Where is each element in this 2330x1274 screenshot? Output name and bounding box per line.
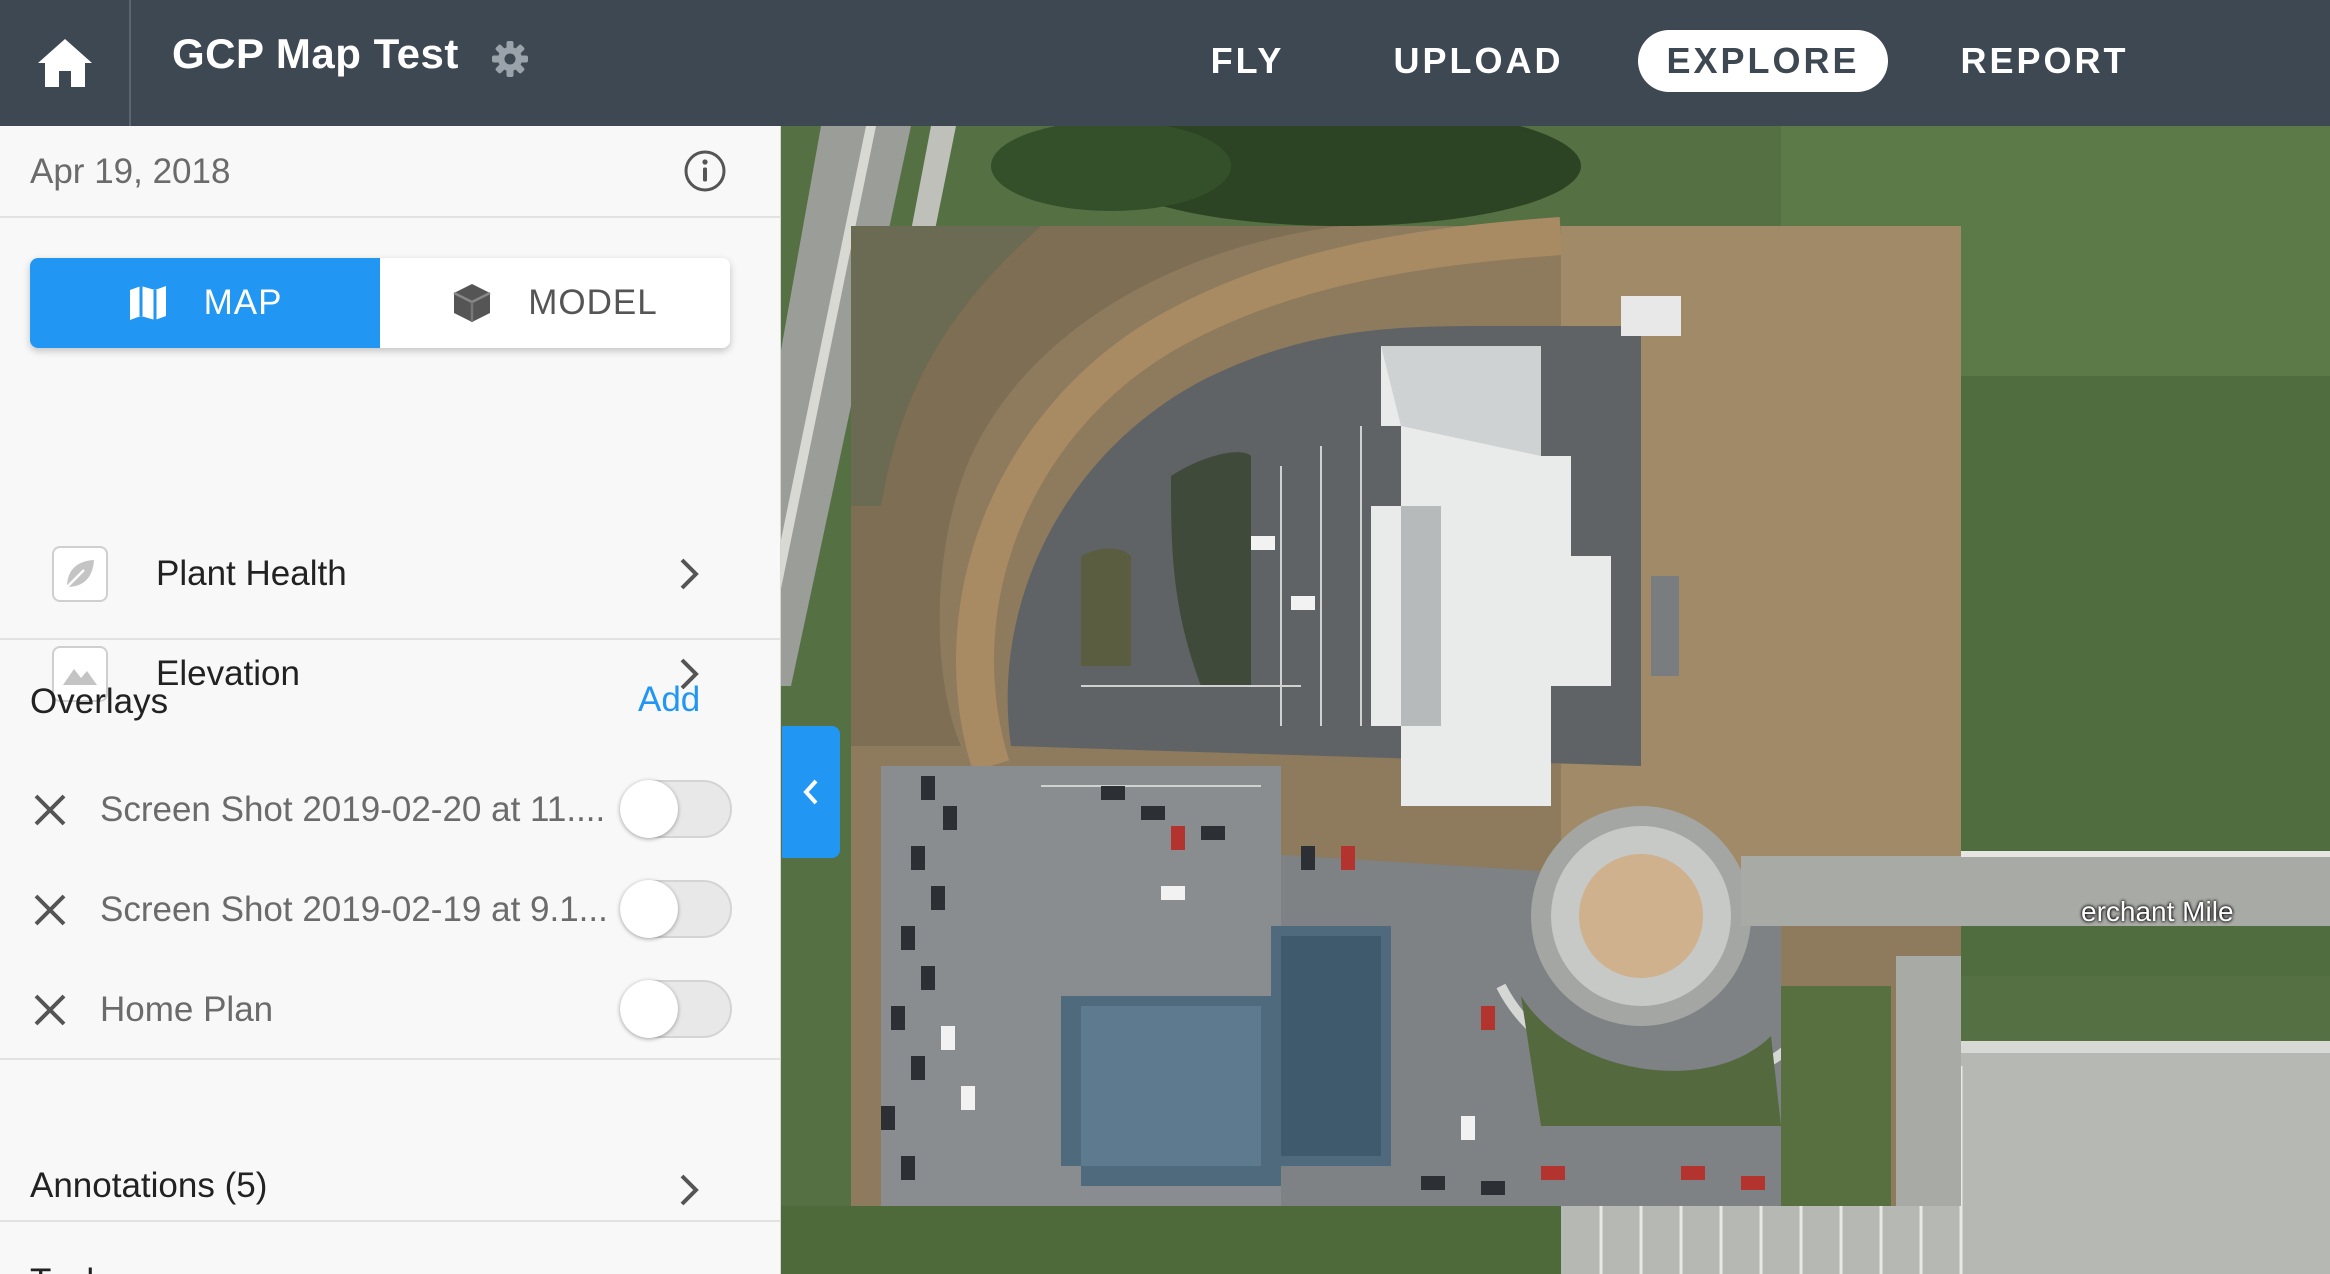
aerial-map-image [781,126,2330,1274]
overlay-name: Screen Shot 2019-02-19 at 9.1... [100,890,608,929]
overlay-toggle[interactable] [620,980,732,1038]
collapse-sidebar-button[interactable] [782,726,840,858]
overlay-name: Home Plan [100,990,274,1029]
nav-explore[interactable]: EXPLORE [1638,30,1888,92]
capture-date: Apr 19, 2018 [30,152,231,191]
nav-upload[interactable]: UPLOAD [1376,30,1581,92]
overlay-toggle[interactable] [620,780,732,838]
map-view-button[interactable]: MAP [30,258,380,348]
overlays-title: Overlays [30,682,169,721]
chevron-right-icon [680,1174,699,1206]
overlay-name: Screen Shot 2019-02-20 at 11.... [100,790,606,829]
close-icon[interactable] [30,990,70,1030]
toggle-knob [620,880,678,938]
overlay-item: Home Plan [0,970,780,1050]
home-icon [37,39,92,87]
view-toggle: MAP MODEL [30,258,730,348]
divider [0,1058,780,1060]
layer-label: Plant Health [156,554,347,593]
close-icon[interactable] [30,890,70,930]
map-canvas[interactable]: erchant Mile [781,126,2330,1274]
divider [0,1220,780,1222]
cube-icon [453,284,491,322]
model-view-label: MODEL [528,283,658,322]
overlay-item: Screen Shot 2019-02-20 at 11.... [0,770,780,850]
leaf-icon [66,560,94,588]
model-view-button[interactable]: MODEL [380,258,730,348]
toggle-knob [620,780,678,838]
close-icon[interactable] [30,790,70,830]
chevron-right-icon [680,558,699,590]
nav-report[interactable]: REPORT [1942,30,2147,92]
layer-plant-health[interactable]: Plant Health [0,528,780,618]
chevron-left-icon [803,779,818,805]
date-row: Apr 19, 2018 [0,126,780,218]
gear-icon[interactable] [490,39,530,79]
divider [0,638,780,640]
info-icon[interactable] [682,148,728,194]
top-bar: GCP Map Test FLY UPLOAD EXPLORE REPORT [0,0,2330,126]
leaf-icon-box [52,546,108,602]
street-label: erchant Mile [2081,896,2234,927]
sidebar: Apr 19, 2018 MAP MODEL Plant Health Elev… [0,126,781,1274]
add-overlay-link[interactable]: Add [638,680,700,720]
project-title: GCP Map Test [172,30,459,77]
layer-label: Elevation [156,654,300,693]
map-icon [129,286,166,320]
map-view-label: MAP [203,283,283,322]
annotations-label: Annotations (5) [30,1166,268,1205]
overlay-item: Screen Shot 2019-02-19 at 9.1... [0,870,780,950]
overlay-toggle[interactable] [620,880,732,938]
nav-fly[interactable]: FLY [1180,30,1315,92]
tools-label: Tools [30,1262,112,1274]
toggle-knob [620,980,678,1038]
home-button[interactable] [0,0,131,126]
